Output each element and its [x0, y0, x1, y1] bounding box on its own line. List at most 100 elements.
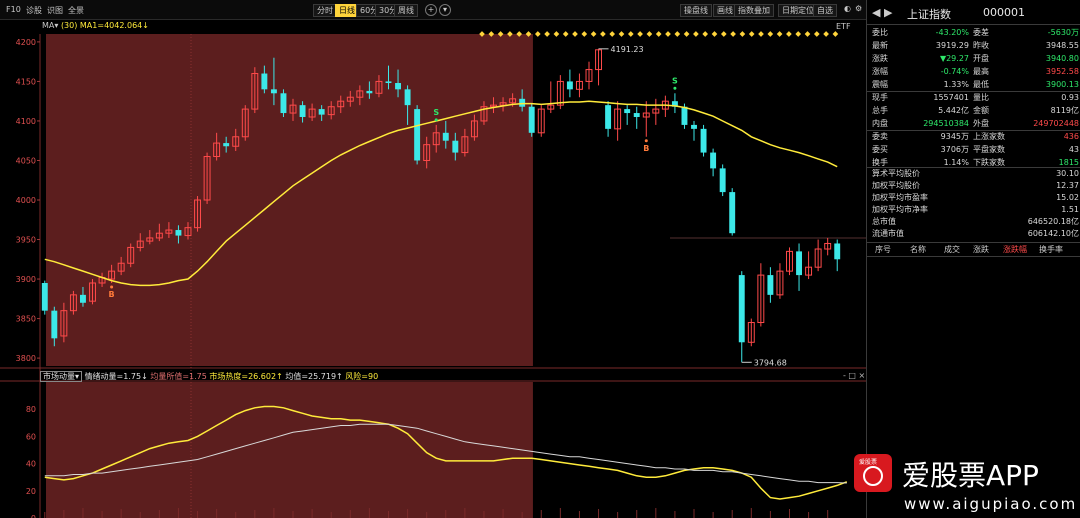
signal-diamond [683, 31, 690, 37]
date-locate-button[interactable]: 日期定位 [778, 4, 818, 17]
constituent-table-header: 序号 名称 成交 涨跌 涨跌幅 换手率 [867, 243, 1080, 256]
trade-signal-label: S [433, 108, 439, 117]
index-overlay-button[interactable]: 指数叠加 [734, 4, 774, 17]
quote-value: 3940.80 [1045, 54, 1079, 63]
indicator-value-0: 情绪动量=1.75↓ [84, 372, 148, 381]
quote-label: 委买 [872, 145, 888, 154]
stat-row: 加权平均市净率 1.51 [867, 204, 1080, 215]
table-header-2[interactable]: 成交 [944, 243, 960, 256]
signal-diamond [665, 31, 671, 37]
sub-y-tick-label: 40 [26, 460, 36, 469]
quote-value: 9345万 [940, 132, 969, 141]
quote-label: 委卖 [872, 132, 888, 141]
signal-diamond [627, 31, 634, 37]
candle-body [41, 283, 48, 311]
quote-row: 委卖 9345万 上涨家数 436 [867, 131, 1080, 142]
table-header-0[interactable]: 序号 [875, 243, 891, 256]
stat-label: 流通市值 [872, 229, 904, 238]
candle-body [681, 106, 688, 125]
refresh-icon[interactable]: ◐ [844, 4, 851, 13]
watchlist-button[interactable]: 自选 [813, 4, 837, 17]
etf-label[interactable]: ETF [836, 22, 851, 31]
stat-value: 1.51 [1061, 205, 1079, 214]
legend-prefix[interactable]: MA [42, 21, 54, 30]
candle-body [270, 89, 277, 94]
watermark-app-name: 爱股票APP [902, 459, 1039, 492]
pattern-link[interactable]: 识图 [47, 5, 63, 16]
stat-label: 加权平均市盈率 [872, 193, 928, 202]
settings-icon[interactable]: ⚙ [855, 4, 862, 13]
y-tick-label: 4100 [16, 117, 36, 126]
candle-body [280, 93, 287, 114]
period-week-button[interactable]: 周线 [394, 4, 418, 17]
trade-signal-label: B [643, 144, 649, 153]
period-minute-button[interactable]: 分时 [313, 4, 337, 17]
table-header-1[interactable]: 名称 [910, 243, 926, 256]
quote-value: -5630万 [1047, 28, 1079, 37]
legend-param: (30) [60, 21, 78, 30]
sub-panel-controls[interactable]: - □ × [843, 371, 865, 380]
signal-diamond [572, 31, 578, 37]
candle-body [566, 81, 573, 90]
quote-row: 最新 3919.29 昨收 3948.55 [867, 40, 1080, 51]
stat-value: 12.37 [1056, 181, 1079, 190]
highlight-region-main [46, 34, 533, 366]
legend-param-chevron[interactable]: ▾ [54, 21, 58, 30]
index-name: 上证指数 [907, 8, 951, 21]
sub-indicator-legend: 市场动量▾ 情绪动量=1.75↓ 均量所值=1.75 市场热度=26.602↑ … [40, 371, 378, 382]
quote-value: 3952.58 [1045, 67, 1079, 76]
signal-diamond [748, 31, 755, 37]
diagnose-link[interactable]: 诊股 [26, 5, 42, 16]
kline-svg[interactable]: 4200 4150 4100 4050 4000 3950 3900 3850 3800 80 60… [0, 20, 866, 518]
quote-value: 3919.29 [935, 41, 969, 50]
quote-label: 震幅 [872, 80, 888, 89]
kline-chart[interactable]: 4200 4150 4100 4050 4000 3950 3900 3850 3800 80 60… [0, 20, 866, 518]
quote-row: 震幅 1.33% 最低 3900.13 [867, 79, 1080, 90]
quote-label: 最高 [973, 67, 989, 76]
y-tick-label: 4150 [16, 77, 36, 86]
f10-link[interactable]: F10 [6, 5, 21, 14]
signal-diamond [702, 31, 709, 37]
sub-y-tick-label: 20 [26, 487, 36, 496]
table-header-5[interactable]: 换手率 [1039, 243, 1063, 256]
panorama-link[interactable]: 全景 [68, 5, 84, 16]
signal-diamond [693, 31, 699, 37]
quote-value: 3900.13 [1045, 80, 1079, 89]
aigupiao-logo-icon: 爱股票 [854, 454, 892, 492]
trade-line-button[interactable]: 操盘线 [680, 4, 712, 17]
signal-diamond [581, 31, 588, 37]
table-header-3[interactable]: 涨跌 [973, 243, 989, 256]
quote-value: 1.33% [943, 80, 969, 89]
candle-body [366, 90, 373, 94]
divider [867, 256, 1080, 257]
signal-diamond [600, 31, 606, 37]
signal-diamond [776, 31, 783, 37]
signal-diamond [767, 31, 774, 37]
quote-value: ▼29.27 [939, 54, 969, 63]
add-symbol-button[interactable]: + [425, 4, 437, 16]
nav-arrows-icon[interactable]: ◀ ▶ [872, 6, 892, 19]
table-header-4[interactable]: 涨跌幅 [1003, 243, 1027, 256]
chevron-down-icon[interactable]: ▾ [439, 4, 451, 16]
trade-signal-dot [644, 139, 648, 143]
candle-body [414, 109, 421, 161]
signal-diamond [795, 31, 802, 37]
chart-toolbar: F10 诊股 识图 全景 分时 日线 60分 30分 周线 + ▾ 操盘线 画线… [0, 0, 866, 20]
quote-label: 昨收 [973, 41, 989, 50]
indicator-select[interactable]: 市场动量▾ [40, 371, 83, 382]
indicator-value-4: 风险=90 [342, 372, 379, 381]
quote-panel: ◀ ▶ 上证指数 000001 委比 -43.20% 委差 -5630万 最新 3919.… [866, 0, 1080, 518]
signal-diamond [637, 31, 643, 37]
candle-body [442, 132, 449, 141]
legend-ma-value: MA1=4042.064↓ [79, 21, 149, 30]
stat-label: 总市值 [872, 217, 896, 226]
quote-label: 涨幅 [872, 67, 888, 76]
candle-body [767, 275, 774, 295]
quote-label: 最低 [973, 80, 989, 89]
quote-value: 1557401 [933, 93, 969, 102]
high-price-label: 4191.23 [611, 45, 644, 54]
candle-body [404, 89, 411, 106]
stat-value: 15.02 [1056, 193, 1079, 202]
quote-label: 外盘 [973, 119, 989, 128]
quote-label: 内盘 [872, 119, 888, 128]
